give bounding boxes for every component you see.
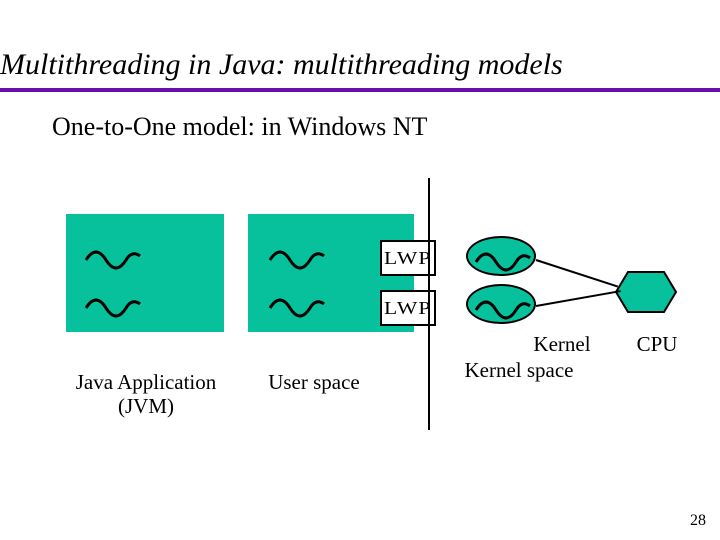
kernel-thread-1	[466, 236, 536, 276]
hexagon-icon	[614, 270, 678, 314]
link-kthread1-cpu	[536, 259, 618, 287]
slide-title: Multithreading in Java: multithreading m…	[0, 48, 720, 82]
thread-icon	[78, 284, 148, 324]
kernel-thread-2	[466, 284, 536, 324]
lwp-label: LWP	[384, 298, 432, 319]
link-kthread2-cpu	[536, 290, 621, 307]
page-number: 28	[690, 512, 706, 530]
thread-icon	[262, 284, 332, 324]
label-kernel: Kernel	[522, 332, 602, 357]
user-thread-2	[262, 284, 332, 324]
label-kernel-space: Kernel space	[454, 358, 584, 383]
lwp-label: LWP	[384, 248, 432, 269]
thread-icon	[78, 236, 148, 276]
jvm-thread-1	[78, 236, 148, 276]
label-cpu: CPU	[632, 332, 682, 357]
thread-icon	[468, 238, 538, 278]
jvm-thread-2	[78, 284, 148, 324]
label-java-application: Java Application (JVM)	[70, 370, 222, 418]
thread-icon	[468, 286, 538, 326]
label-user-space: User space	[259, 370, 369, 395]
user-kernel-divider	[428, 178, 430, 430]
slide-subtitle: One-to-One model: in Windows NT	[52, 112, 427, 142]
title-underline	[0, 88, 720, 92]
cpu-hexagon	[614, 270, 678, 314]
user-thread-1	[262, 236, 332, 276]
thread-icon	[262, 236, 332, 276]
